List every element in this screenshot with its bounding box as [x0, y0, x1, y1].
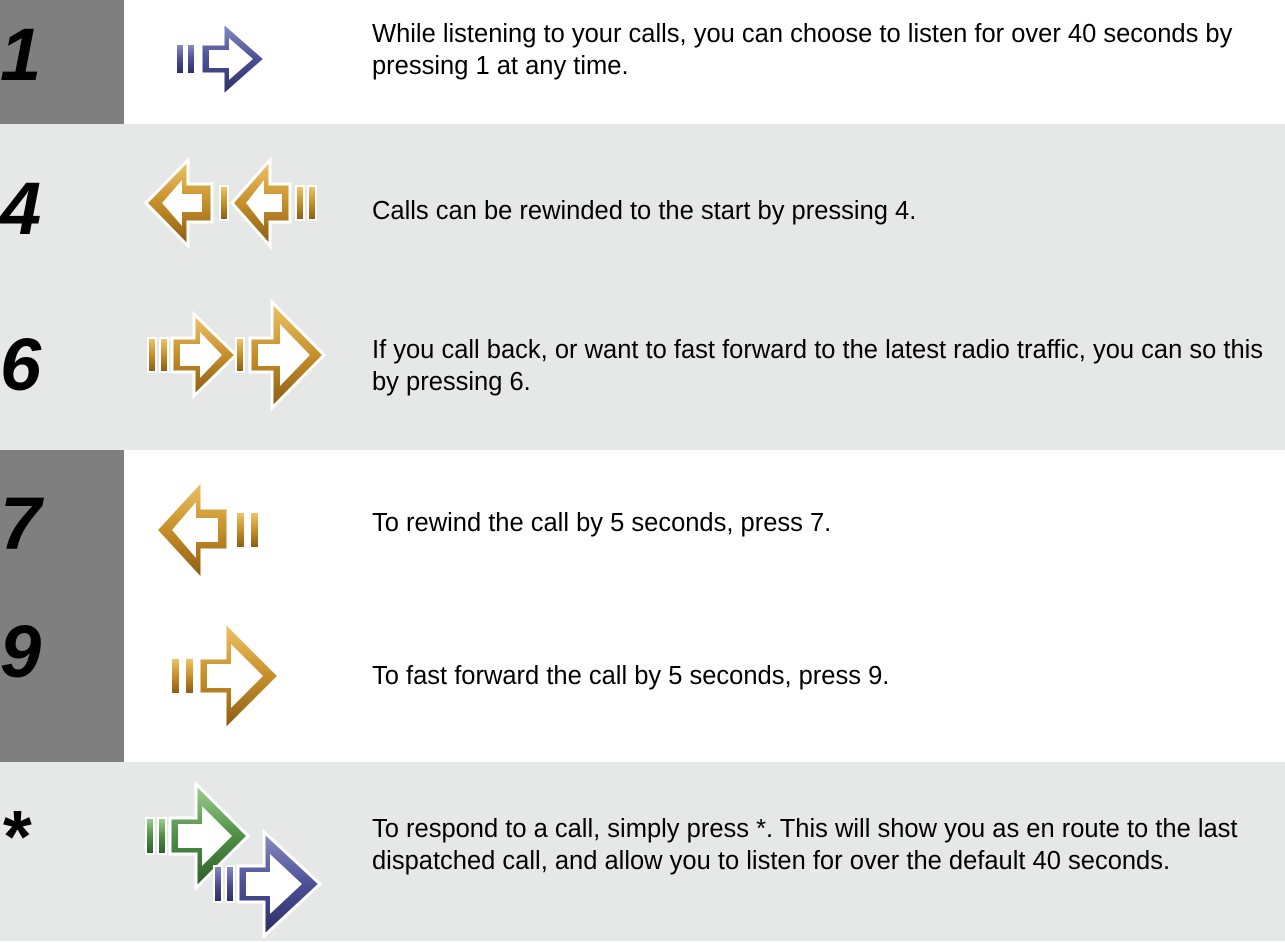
key-label-1: 1 [0, 13, 42, 96]
description-6: If you call back, or want to fast forwar… [372, 336, 1264, 396]
description-1: While listening to your calls, you can c… [372, 20, 1233, 80]
description-9: To fast forward the call by 5 seconds, p… [372, 662, 890, 690]
rewind-to-start-icon [140, 150, 320, 265]
key-label-4: 4 [0, 167, 42, 250]
key-label-9: 9 [0, 610, 42, 693]
key-label-star: * [0, 795, 29, 878]
rewind-5-seconds-icon [150, 468, 275, 598]
fast-forward-latest-icon [140, 292, 330, 422]
forward-5-seconds-icon [155, 612, 290, 747]
key-label-6: 6 [0, 323, 42, 406]
key-label-7: 7 [0, 482, 42, 565]
description-7: To rewind the call by 5 seconds, press 7… [372, 509, 832, 537]
description-4: Calls can be rewinded to the start by pr… [372, 197, 917, 225]
description-star: To respond to a call, simply press *. Th… [372, 815, 1238, 875]
respond-en-route-icon [140, 778, 330, 943]
play-forward-icon [165, 18, 275, 105]
